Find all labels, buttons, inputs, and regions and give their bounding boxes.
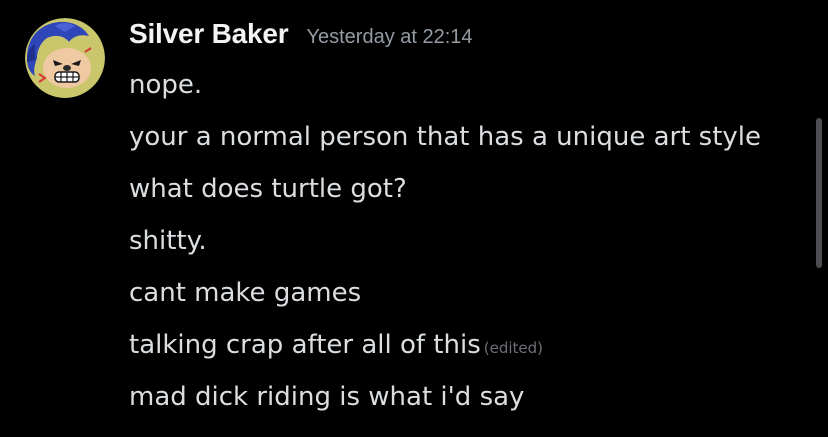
message-text: mad dick riding is what i'd say xyxy=(129,382,525,412)
message-line: shitty. xyxy=(129,222,761,274)
message-text: nope. xyxy=(129,70,203,100)
message-text: cant make games xyxy=(129,278,362,308)
avatar[interactable] xyxy=(25,18,105,98)
message-line: mad dick riding is what i'd say xyxy=(129,378,761,430)
username[interactable]: Silver Baker xyxy=(129,18,289,50)
message-content: nope. your a normal person that has a un… xyxy=(129,66,761,430)
message-text: shitty. xyxy=(129,226,207,256)
message-line: nope. xyxy=(129,66,761,118)
edited-label: (edited) xyxy=(483,339,544,357)
message-line: your a normal person that has a unique a… xyxy=(129,118,761,170)
message-group: Silver Baker Yesterday at 22:14 nope. yo… xyxy=(0,0,828,437)
message-text: talking crap after all of this xyxy=(129,330,481,360)
scrollbar-thumb[interactable] xyxy=(816,118,822,268)
message-line: talking crap after all of this (edited) xyxy=(129,326,761,378)
message-line: cant make games xyxy=(129,274,761,326)
message-header: Silver Baker Yesterday at 22:14 xyxy=(129,18,473,58)
cartoon-hedgehog-avatar-icon xyxy=(25,18,105,98)
message-text: what does turtle got? xyxy=(129,174,407,204)
message-line: what does turtle got? xyxy=(129,170,761,222)
message-text: your a normal person that has a unique a… xyxy=(129,122,762,152)
timestamp[interactable]: Yesterday at 22:14 xyxy=(307,26,473,49)
